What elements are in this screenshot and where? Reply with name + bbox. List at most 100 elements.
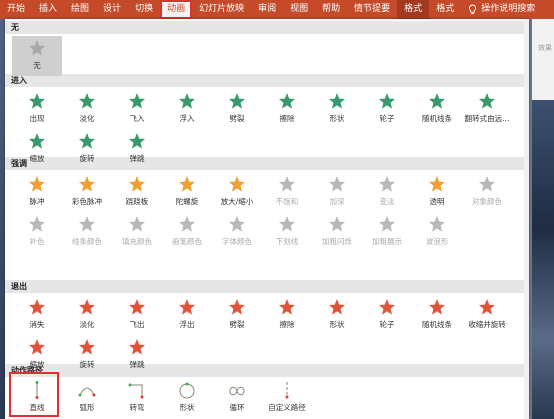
tab-slideshow[interactable]: 幻灯片放映 [192, 0, 251, 19]
slide-background-right [532, 100, 554, 419]
entrance-effect-3[interactable]: 浮入 [162, 89, 212, 129]
emphasis-effect-9[interactable]: 对象颜色 [462, 172, 512, 212]
star-icon [379, 93, 395, 109]
path-effect-2[interactable]: 转弯 [112, 378, 162, 418]
star-icon [179, 216, 195, 232]
entrance-effect-12[interactable]: 弹跳 [112, 129, 162, 169]
entrance-effect-9[interactable]: 翻转式由远... [462, 89, 512, 129]
entrance-effect-7[interactable]: 轮子 [362, 89, 412, 129]
exit-effect-7[interactable]: 轮子 [362, 295, 412, 335]
star-icon [79, 176, 95, 192]
emphasis-effect-2[interactable]: 跷跷板 [112, 172, 162, 212]
gallery-scrollbar[interactable] [524, 19, 529, 419]
emphasis-effect-10[interactable]: 补色 [12, 212, 62, 252]
exit-effect-1[interactable]: 淡化 [62, 295, 112, 335]
exit-effect-4[interactable]: 劈裂 [212, 295, 262, 335]
entrance-effect-1[interactable]: 淡化 [62, 89, 112, 129]
exit-effect-8[interactable]: 随机线条 [412, 295, 462, 335]
exit-effect-10[interactable]: 缩放 [12, 335, 62, 375]
tab-review[interactable]: 审阅 [251, 0, 283, 19]
exit-effect-6[interactable]: 形状 [312, 295, 362, 335]
emphasis-effect-13[interactable]: 画笔颜色 [162, 212, 212, 252]
exit-effect-12[interactable]: 弹跳 [112, 335, 162, 375]
path-effect-1[interactable]: 弧形 [62, 378, 112, 418]
path-effect-5[interactable]: 自定义路径 [262, 378, 312, 418]
entrance-effect-10[interactable]: 缩放 [12, 129, 62, 169]
emphasis-effect-11[interactable]: 线条颜色 [62, 212, 112, 252]
tell-me-search[interactable]: 操作说明搜索 [461, 0, 542, 19]
entrance-effect-6[interactable]: 形状 [312, 89, 362, 129]
star-icon [429, 299, 445, 315]
star-icon [129, 133, 145, 149]
emphasis-effect-15[interactable]: 下划线 [262, 212, 312, 252]
exit-effect-9[interactable]: 收缩并旋转 [462, 295, 512, 335]
star-icon [329, 93, 345, 109]
emphasis-effect-14[interactable]: 字体颜色 [212, 212, 262, 252]
none-effect-0[interactable]: 无 [12, 36, 62, 76]
tab-view[interactable]: 视图 [283, 0, 315, 19]
entrance-effect-2[interactable]: 飞入 [112, 89, 162, 129]
star-icon [29, 216, 45, 232]
emphasis-effect-16[interactable]: 加粗闪烁 [312, 212, 362, 252]
star-icon [429, 93, 445, 109]
tab-insert[interactable]: 插入 [32, 0, 64, 19]
emphasis-effect-18[interactable]: 波浪形 [412, 212, 462, 252]
star-icon [79, 299, 95, 315]
emphasis-effect-4[interactable]: 放大/缩小 [212, 172, 262, 212]
star-icon [279, 299, 295, 315]
star-icon [29, 133, 45, 149]
star-icon [429, 216, 445, 232]
exit-effect-5[interactable]: 擦除 [262, 295, 312, 335]
tab-storyboard[interactable]: 情节提要 [347, 0, 397, 19]
star-icon [129, 339, 145, 355]
tab-format-2[interactable]: 格式 [429, 0, 461, 19]
star-icon [79, 133, 95, 149]
star-icon [29, 339, 45, 355]
star-icon [179, 93, 195, 109]
exit-effect-3[interactable]: 浮出 [162, 295, 212, 335]
emphasis-effect-6[interactable]: 加深 [312, 172, 362, 212]
emphasis-effect-0[interactable]: 脉冲 [12, 172, 62, 212]
star-icon [29, 40, 45, 56]
selected-path-highlight [9, 372, 59, 417]
tab-help[interactable]: 帮助 [315, 0, 347, 19]
exit-effect-0[interactable]: 消失 [12, 295, 62, 335]
star-icon [279, 216, 295, 232]
emphasis-effect-7[interactable]: 变淡 [362, 172, 412, 212]
emphasis-effect-5[interactable]: 不饱和 [262, 172, 312, 212]
emphasis-effect-12[interactable]: 填充颜色 [112, 212, 162, 252]
emphasis-effect-1[interactable]: 彩色脉冲 [62, 172, 112, 212]
exit-effect-11[interactable]: 旋转 [62, 335, 112, 375]
path-effect-3[interactable]: 形状 [162, 378, 212, 418]
star-icon [379, 216, 395, 232]
tab-animations[interactable]: 动画 [160, 0, 193, 19]
tab-format-1[interactable]: 格式 [397, 0, 430, 19]
entrance-effect-11[interactable]: 旋转 [62, 129, 112, 169]
section-entrance: 进入 [5, 74, 529, 87]
section-none: 无 [5, 21, 529, 34]
emphasis-effect-label: 对象颜色 [472, 197, 502, 206]
tab-draw[interactable]: 绘图 [64, 0, 96, 19]
animation-gallery: 无 进入 强调 退出 动作路径 无出现 淡化 飞入 浮入 劈裂 擦除 形状 轮子 随机线条 翻转式… [5, 19, 529, 419]
entrance-effect-label: 弹跳 [129, 154, 145, 163]
star-icon [79, 339, 95, 355]
emphasis-effect-17[interactable]: 加粗展示 [362, 212, 412, 252]
entrance-effect-5[interactable]: 擦除 [262, 89, 312, 129]
tab-home[interactable]: 开始 [0, 0, 32, 19]
entrance-effect-8[interactable]: 随机线条 [412, 89, 462, 129]
path-effect-4[interactable]: 循环 [212, 378, 262, 418]
star-icon [79, 93, 95, 109]
emphasis-effect-8[interactable]: 透明 [412, 172, 462, 212]
star-icon [479, 93, 495, 109]
entrance-effect-4[interactable]: 劈裂 [212, 89, 262, 129]
tab-design[interactable]: 设计 [96, 0, 128, 19]
emphasis-effect-3[interactable]: 陀螺旋 [162, 172, 212, 212]
exit-effect-label: 收缩并旋转 [468, 320, 506, 329]
star-icon [379, 176, 395, 192]
section-exit: 退出 [5, 280, 529, 293]
exit-effect-2[interactable]: 飞出 [112, 295, 162, 335]
entrance-effect-0[interactable]: 出现 [12, 89, 62, 129]
tab-transitions[interactable]: 切换 [128, 0, 160, 19]
path-shape-icon [179, 382, 195, 399]
star-icon [229, 216, 245, 232]
